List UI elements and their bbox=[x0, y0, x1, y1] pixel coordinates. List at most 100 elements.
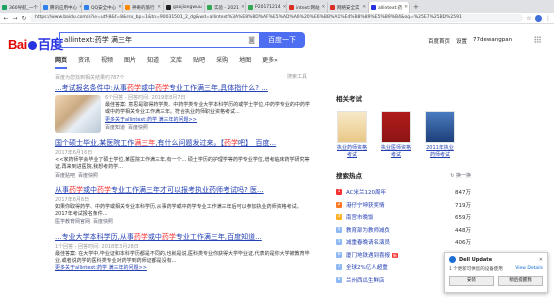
hot-title[interactable]: 全球2%亿人超重 bbox=[346, 263, 447, 271]
favicon-icon bbox=[330, 5, 335, 10]
back-icon[interactable]: ← bbox=[3, 15, 9, 22]
hot-title[interactable]: AC米兰120周年 bbox=[346, 188, 447, 196]
refresh-button[interactable]: ↻ 换一换 bbox=[450, 172, 471, 179]
source-name[interactable]: 百度贴吧 bbox=[55, 173, 75, 180]
browser-tab[interactable]: 实验 - 2021 ✕ bbox=[205, 2, 246, 13]
nav-tab[interactable]: 贴吧 bbox=[193, 55, 205, 69]
hot-rank: 2 bbox=[336, 201, 342, 208]
related-image[interactable] bbox=[425, 111, 455, 143]
related-item[interactable]: 执业医师资格考试 bbox=[380, 111, 412, 158]
hot-item[interactable]: 4 教育部为教师减负 448万 bbox=[336, 224, 471, 237]
browser-tab[interactable]: 神奇的旅行 ✕ bbox=[123, 2, 164, 13]
nav-tab[interactable]: 文库 bbox=[170, 55, 182, 69]
tab-label: 实验 - 2021 bbox=[214, 5, 239, 11]
browser-tab[interactable]: 网络安全实 ✕ bbox=[328, 2, 369, 13]
more-questions-link[interactable]: 更多关于allintext:药学 满三年的问题>> bbox=[55, 265, 310, 272]
browser-tab[interactable]: intext:网站 ✕ bbox=[287, 2, 328, 13]
related-item[interactable]: 2011年执业药师考试 bbox=[424, 111, 456, 158]
search-button[interactable]: 百度一下 bbox=[259, 32, 305, 48]
source-name[interactable]: 医学教育网官网 bbox=[55, 219, 90, 226]
title-text: 或中 bbox=[147, 232, 162, 241]
close-tab-icon[interactable]: ✕ bbox=[157, 5, 161, 10]
related-item[interactable]: 执业药师资格考试 bbox=[336, 111, 368, 158]
new-tab-button[interactable]: + bbox=[413, 2, 419, 13]
nav-tab[interactable]: 知道 bbox=[147, 55, 159, 69]
reload-icon[interactable]: ↻ bbox=[21, 15, 27, 22]
apps-grid-icon[interactable] bbox=[534, 36, 541, 43]
close-tab-icon[interactable]: ✕ bbox=[118, 5, 122, 10]
hot-title[interactable]: 教育部为教师减负 bbox=[346, 226, 447, 234]
search-input[interactable]: allintext:药学 满三年 bbox=[64, 35, 248, 45]
hot-title[interactable]: 减重春晚请名演员 bbox=[346, 238, 447, 246]
browser-tab[interactable]: 腾讯应用中心✕ bbox=[41, 2, 82, 13]
close-tab-icon[interactable]: ✕ bbox=[362, 5, 366, 10]
settings-link[interactable]: 设置 bbox=[456, 37, 467, 45]
search-box[interactable]: allintext:药学 满三年 ◙ bbox=[59, 32, 259, 48]
nav-tab[interactable]: 网页 bbox=[55, 55, 68, 69]
browser-tab[interactable]: 360导航_一个✕ bbox=[0, 2, 41, 13]
result-thumbnail[interactable] bbox=[55, 95, 101, 133]
browser-tab[interactable]: gaojiangwuu✕ bbox=[164, 2, 205, 13]
browser-tab[interactable]: P20171214 ✕ bbox=[246, 2, 287, 13]
snapshot-link[interactable]: 百度快照 bbox=[128, 125, 148, 132]
profile-avatar[interactable] bbox=[535, 14, 542, 22]
result-title-link[interactable]: 国个硕士毕业,某医院工作满三年,有什么问题发过来。【药学吧】_百度... bbox=[55, 139, 310, 148]
hot-title[interactable]: 厦门地铁遇到喜报新 bbox=[346, 251, 447, 259]
star-icon[interactable]: ☆ bbox=[526, 15, 532, 22]
tab-label: intext:网站 bbox=[296, 5, 320, 11]
related-caption[interactable]: 2011年执业药师考试 bbox=[424, 145, 456, 158]
related-image[interactable] bbox=[337, 111, 367, 143]
address-bar: ← → ↻ https://www.baidu.com/s?ie=utf-8&f… bbox=[0, 13, 554, 24]
related-image[interactable] bbox=[381, 111, 411, 143]
result-source: 百度知道 百度快照 bbox=[105, 125, 310, 132]
more-questions-link[interactable]: 更多关于allintext:药学 满三年的问题>> bbox=[105, 117, 310, 124]
view-details-link[interactable]: View Details bbox=[515, 266, 543, 272]
hot-title[interactable]: 兰州西瓜生鲜店 bbox=[346, 276, 447, 284]
home-link[interactable]: 百度首页 bbox=[428, 37, 450, 45]
menu-icon[interactable]: ⋮ bbox=[545, 15, 551, 22]
result-title-link[interactable]: ...专业大学本科学历,从事药学或中药学专业工作满三年,百度知道... bbox=[55, 233, 310, 242]
browser-tab[interactable]: allintext:药 ✕ bbox=[369, 2, 410, 13]
url-input[interactable]: https://www.baidu.com/s?ie=utf-8&f=8&rsv… bbox=[30, 14, 523, 22]
search-tools-button[interactable]: 搜索工具 bbox=[287, 73, 307, 80]
hot-title[interactable]: 港仔宁坤获奖情 bbox=[346, 201, 447, 209]
install-button[interactable]: 安装 bbox=[449, 276, 494, 286]
refresh-icon: ↻ bbox=[450, 172, 455, 179]
close-tab-icon[interactable]: ✕ bbox=[241, 5, 245, 10]
nav-tab[interactable]: 地图 bbox=[239, 55, 251, 69]
close-tab-icon[interactable]: ✕ bbox=[322, 5, 326, 10]
user-name[interactable]: 77dewangpan bbox=[473, 37, 512, 45]
nav-tab[interactable]: 图片 bbox=[124, 55, 136, 69]
result-title-link[interactable]: 从事药学或中药学专业工作满三年才可以报考执业药师考试吗? 医... bbox=[55, 186, 310, 195]
related-caption[interactable]: 执业医师资格考试 bbox=[380, 145, 412, 158]
hot-title[interactable]: 南宫市晚饭 bbox=[346, 213, 447, 221]
nav-tab[interactable]: 更多» bbox=[262, 55, 278, 69]
hot-item[interactable]: 5 减重春晚请名演员 406万 bbox=[336, 236, 471, 249]
search-result: 从事药学或中药学专业工作满三年才可以报考执业药师考试吗? 医... 2017年6月… bbox=[55, 186, 310, 227]
result-snippet: 2017年6月16日 <<家药师学会毕业了硕士学位,某医院工作满三年,有一个...… bbox=[55, 150, 310, 180]
close-tab-icon[interactable]: ✕ bbox=[404, 5, 408, 10]
title-text: 专业工作满三年才可以报考执业药师考试吗? 医... bbox=[111, 185, 264, 194]
nav-tab[interactable]: 采购 bbox=[216, 55, 228, 69]
related-caption[interactable]: 执业药师资格考试 bbox=[336, 145, 368, 158]
hot-item[interactable]: 2 港仔宁坤获奖情 719万 bbox=[336, 199, 471, 212]
source-name[interactable]: 百度知道 bbox=[105, 125, 125, 132]
baidu-logo[interactable]: Bai 百度 bbox=[8, 34, 63, 53]
hot-item[interactable]: 3 南宫市晚饭 659万 bbox=[336, 211, 471, 224]
tab-label: QQ安全中心 bbox=[91, 5, 117, 11]
snapshot-link[interactable]: 百度快照 bbox=[93, 219, 113, 226]
remind-later-button[interactable]: 稍后提醒我 bbox=[498, 276, 543, 286]
forward-icon[interactable]: → bbox=[12, 15, 18, 22]
result-title-link[interactable]: ...考试报名条件中:从事药学或中药学专业工作满三年,具体指什么? ... bbox=[55, 84, 310, 93]
browser-tab[interactable]: QQ安全中心 ✕ bbox=[82, 2, 123, 13]
result-count: 百度为您找到相关结果约787个 bbox=[55, 75, 125, 81]
hot-item[interactable]: 1 AC米兰120周年 847万 bbox=[336, 186, 471, 199]
nav-tab[interactable]: 资讯 bbox=[78, 55, 90, 69]
close-icon[interactable]: ✕ bbox=[539, 257, 543, 263]
snippet-text: 如果你取得药学、中药学或相关专业本科学历,从事药学或中药学专业工作满三年后可以参… bbox=[55, 204, 302, 218]
snapshot-link[interactable]: 百度快照 bbox=[78, 173, 98, 180]
camera-icon[interactable]: ◙ bbox=[248, 36, 255, 44]
close-tab-icon[interactable]: ✕ bbox=[283, 5, 286, 10]
favicon-icon bbox=[166, 5, 171, 10]
nav-tab[interactable]: 视频 bbox=[101, 55, 113, 69]
